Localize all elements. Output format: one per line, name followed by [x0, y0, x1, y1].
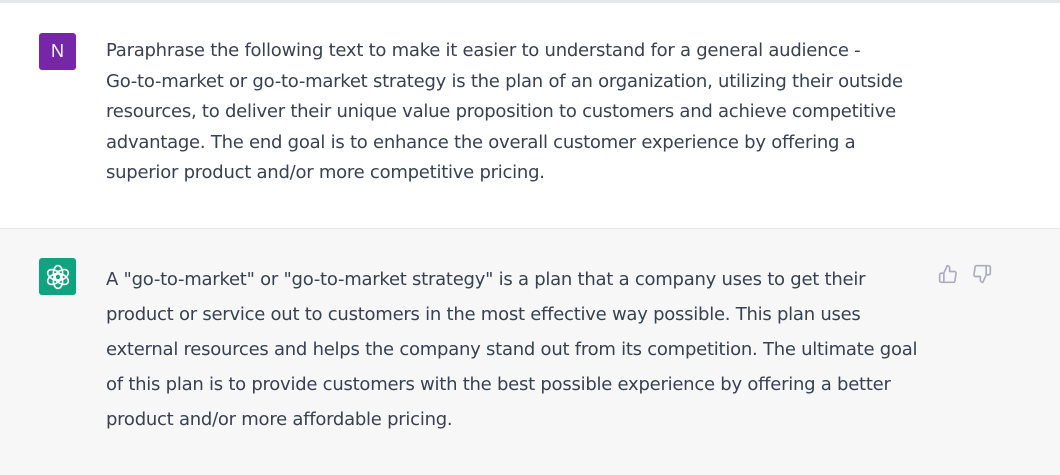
assistant-message-text: A "go-to-market" or "go-to-market strate… — [106, 269, 918, 430]
dislike-button[interactable] — [971, 263, 993, 285]
chat-conversation: N Paraphrase the following text to make … — [0, 0, 1060, 475]
thumbs-up-icon — [938, 264, 957, 284]
openai-logo-icon — [46, 264, 69, 289]
user-avatar-initial: N — [51, 41, 64, 61]
assistant-avatar — [39, 258, 76, 295]
feedback-buttons — [937, 263, 993, 285]
like-button[interactable] — [937, 263, 959, 285]
user-message-text: Paraphrase the following text to make it… — [106, 40, 903, 183]
user-avatar: N — [39, 33, 76, 70]
thumbs-down-icon — [973, 264, 992, 284]
assistant-message-row: A "go-to-market" or "go-to-market strate… — [0, 229, 1060, 475]
user-message-row: N Paraphrase the following text to make … — [0, 3, 1060, 229]
